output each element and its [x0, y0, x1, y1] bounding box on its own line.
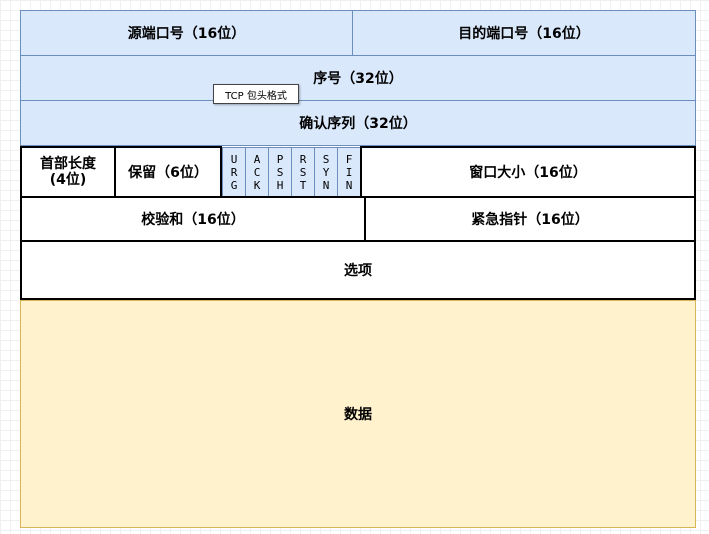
flag-syn: SYN	[314, 147, 338, 197]
flag-letter: C	[253, 165, 261, 179]
flag-letter: T	[299, 178, 307, 192]
sequence-number-label: 序号（32位）	[313, 71, 403, 87]
flag-letter: A	[253, 152, 261, 166]
urgent-pointer-label: 紧急指针（16位）	[471, 212, 589, 228]
sequence-number-field: 序号（32位）	[20, 55, 696, 101]
flag-letter: N	[345, 178, 353, 192]
flag-letter: R	[299, 152, 307, 166]
flag-letter: N	[322, 178, 330, 192]
ack-number-field: 确认序列（32位）	[20, 100, 696, 146]
flag-letter: I	[345, 165, 353, 179]
destination-port-field: 目的端口号（16位）	[352, 10, 696, 56]
flag-letter: S	[299, 165, 307, 179]
header-length-bits: (4位)	[49, 172, 87, 188]
flag-letter: K	[253, 178, 261, 192]
data-field: 数据	[20, 300, 696, 528]
flag-letter: H	[276, 178, 284, 192]
header-length-field: 首部长度 (4位)	[20, 146, 116, 198]
diagram-caption-tooltip: TCP 包头格式	[213, 84, 299, 104]
reserved-label: 保留（6位）	[128, 165, 208, 181]
ack-number-label: 确认序列（32位）	[299, 116, 417, 132]
caption-text: TCP 包头格式	[225, 90, 287, 102]
destination-port-label: 目的端口号（16位）	[458, 26, 590, 42]
flag-letter: U	[230, 152, 238, 166]
source-port-field: 源端口号（16位）	[20, 10, 353, 56]
options-field: 选项	[20, 240, 696, 300]
urgent-pointer-field: 紧急指针（16位）	[364, 196, 696, 242]
flag-letter: F	[345, 152, 353, 166]
flag-rst: RST	[291, 147, 315, 197]
flag-letter: S	[276, 165, 284, 179]
flag-letter: G	[230, 178, 238, 192]
data-label: 数据	[344, 407, 372, 423]
flag-psh: PSH	[268, 147, 292, 197]
flag-letter: R	[230, 165, 238, 179]
header-length-label: 首部长度	[40, 156, 96, 172]
window-size-field: 窗口大小（16位）	[360, 146, 696, 198]
flag-letter: S	[322, 152, 330, 166]
checksum-label: 校验和（16位）	[141, 212, 245, 228]
flag-ack: ACK	[245, 147, 269, 197]
reserved-field: 保留（6位）	[114, 146, 222, 198]
options-label: 选项	[344, 263, 372, 279]
checksum-field: 校验和（16位）	[20, 196, 366, 242]
flag-urg: URG	[222, 147, 246, 197]
flag-letter: P	[276, 152, 284, 166]
flag-fin: FIN	[337, 147, 361, 197]
source-port-label: 源端口号（16位）	[127, 26, 246, 42]
window-size-label: 窗口大小（16位）	[469, 165, 587, 181]
flag-letter: Y	[322, 165, 330, 179]
